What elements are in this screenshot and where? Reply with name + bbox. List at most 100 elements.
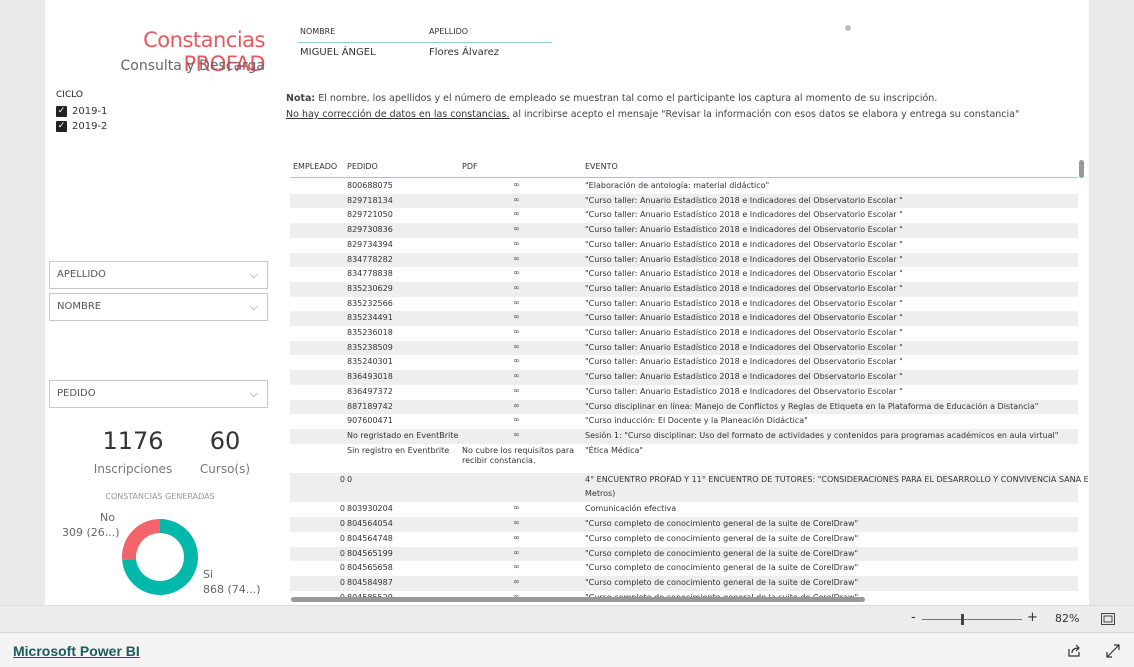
table-row[interactable]: 835238509 ∞ "Curso taller: Anuario Estadís… [290, 340, 1078, 356]
cursos-label: Curso(s) [199, 462, 251, 476]
fit-to-page-icon[interactable] [1101, 613, 1115, 625]
pdf-link-icon[interactable]: ∞ [513, 577, 520, 586]
zoom-slider-track[interactable] [922, 619, 1022, 620]
table-row[interactable]: 0 804564748 ∞ "Curso completo de conocimien… [290, 532, 1078, 547]
cell-pedido: 829718134 [347, 195, 393, 205]
pdf-link-icon[interactable]: ∞ [513, 239, 520, 248]
inscripciones-label: Inscripciones [93, 462, 173, 476]
pdf-link-icon[interactable]: ∞ [513, 430, 520, 439]
table-row[interactable]: 834778282 ∞ "Curso taller: Anuario Estadís… [290, 252, 1078, 268]
ciclo-option-2019-1[interactable]: ✓ 2019-1 [56, 106, 107, 117]
cell-pedido: 835238509 [347, 342, 393, 352]
donut-value-no: 309 (26...) [62, 526, 120, 539]
cell-pedido: 835232566 [347, 298, 393, 308]
share-icon[interactable] [1067, 644, 1081, 658]
cell-evento: "Curso completo de conocimiento general … [585, 563, 859, 573]
column-header-pedido[interactable]: PEDIDO [347, 162, 378, 171]
power-bi-link[interactable]: Microsoft Power BI [13, 643, 140, 659]
pdf-link-icon[interactable]: ∞ [513, 356, 520, 365]
donut-value-si: 868 (74...) [203, 583, 261, 596]
zoom-in-button[interactable]: + [1027, 610, 1038, 625]
pdf-link-icon[interactable]: ∞ [513, 503, 520, 512]
table-header-divider [290, 177, 1078, 178]
table-row[interactable]: 829734394 ∞ "Curso taller: Anuario Estadís… [290, 238, 1078, 253]
apellido-column-header: APELLIDO [429, 27, 469, 36]
pdf-link-icon[interactable]: ∞ [513, 562, 520, 571]
nombre-dropdown[interactable]: NOMBRE ⌵ [49, 293, 268, 321]
cell-evento: "Curso taller: Anuario Estadístico 2018 … [585, 225, 903, 235]
apellido-dropdown[interactable]: APELLIDO ⌵ [49, 261, 268, 289]
table-row[interactable]: 835230629 ∞ "Curso taller: Anuario Estadís… [290, 281, 1078, 297]
table-row[interactable]: 0 804564054 ∞ "Curso completo de conocimien… [290, 517, 1078, 532]
table-row[interactable]: 836497372 ∞ "Curso taller: Anuario Estadís… [290, 385, 1078, 400]
table-row[interactable]: 836493018 ∞ "Curso taller: Anuario Estadís… [290, 370, 1078, 385]
table-row[interactable]: 0 804565658 ∞ "Curso completo de conocimien… [290, 561, 1078, 576]
pdf-link-icon[interactable]: ∞ [513, 386, 520, 395]
cell-pedido: 907600471 [347, 416, 393, 426]
column-header-evento[interactable]: EVENTO [585, 162, 618, 171]
donut-label-si: Si [203, 568, 214, 581]
table-row[interactable]: 800688075 ∞ "Elaboración de antología: mat… [290, 179, 1078, 194]
pdf-link-icon[interactable]: ∞ [513, 283, 520, 292]
pdf-link-icon[interactable]: ∞ [513, 327, 520, 336]
pdf-link-icon[interactable]: ∞ [513, 342, 520, 351]
ciclo-option-2019-2[interactable]: ✓ 2019-2 [56, 121, 107, 132]
table-row[interactable]: 829718134 ∞ "Curso taller: Anuario Estadís… [290, 193, 1078, 209]
pdf-link-icon[interactable]: ∞ [513, 298, 520, 307]
chevron-down-icon: ⌵ [249, 300, 258, 313]
table-row[interactable]: 829730836 ∞ "Curso taller: Anuario Estadís… [290, 223, 1078, 238]
cell-evento: "Curso disciplinar en línea: Manejo de C… [585, 401, 1039, 411]
table-row[interactable]: 835234491 ∞ "Curso taller: Anuario Estadís… [290, 311, 1078, 326]
table-row[interactable]: 0 803930204 ∞ Comunicación efectiva [290, 502, 1078, 517]
pdf-link-icon[interactable]: ∞ [513, 415, 520, 424]
pdf-link-icon[interactable]: ∞ [513, 518, 520, 527]
constancias-donut-chart [122, 519, 199, 595]
table-row[interactable]: 0 0 4° ENCUENTRO PROFAD Y 11° ENCUENTRO DE… [290, 473, 1089, 503]
visual-options-dot[interactable] [845, 25, 851, 31]
pdf-link-icon[interactable]: ∞ [513, 548, 520, 557]
pdf-link-icon[interactable]: ∞ [513, 195, 520, 204]
column-header-pdf[interactable]: PDF [462, 162, 478, 171]
table-row[interactable]: No regristado en EventBrite ∞ Sesión 1: "C… [290, 428, 1078, 444]
zoom-slider-thumb[interactable] [961, 614, 964, 625]
cell-empleado: 0 [339, 577, 345, 587]
pdf-link-icon[interactable]: ∞ [513, 312, 520, 321]
note-line-2: No hay corrección de datos en las consta… [286, 109, 1019, 120]
pedido-dropdown[interactable]: PEDIDO ⌵ [49, 380, 268, 408]
table-row[interactable]: 907600471 ∞ "Curso inducción: El Docente y… [290, 414, 1078, 429]
pdf-link-icon[interactable]: ∞ [513, 533, 520, 542]
pdf-link-icon[interactable]: ∞ [513, 371, 520, 380]
pdf-link-icon[interactable]: ∞ [513, 401, 520, 410]
note-line-1: Nota: El nombre, los apellidos y el núme… [286, 93, 937, 104]
donut-title: CONSTANCIAS GENERADAS [105, 492, 215, 501]
pdf-link-icon[interactable]: ∞ [513, 209, 520, 218]
table-row[interactable]: 834778838 ∞ "Curso taller: Anuario Estadís… [290, 267, 1078, 282]
table-row[interactable]: 0 804584987 ∞ "Curso completo de conocimien… [290, 575, 1078, 591]
table-row[interactable]: 887189742 ∞ "Curso disciplinar en línea: M… [290, 399, 1078, 415]
cell-evento: "Curso taller: Anuario Estadístico 2018 … [585, 298, 903, 308]
table-row[interactable]: 835240301 ∞ "Curso taller: Anuario Estadís… [290, 355, 1078, 370]
table-row[interactable]: 835236018 ∞ "Curso taller: Anuario Estadís… [290, 326, 1078, 341]
note-text-2: al incribirse acepto el mensaje "Revisar… [509, 109, 1020, 120]
fullscreen-icon[interactable] [1106, 644, 1120, 658]
zoom-out-button[interactable]: - [911, 610, 916, 625]
pdf-link-icon[interactable]: ∞ [513, 180, 520, 189]
cell-evento: "Curso taller: Anuario Estadístico 2018 … [585, 283, 903, 293]
checkbox-checked-icon[interactable]: ✓ [56, 106, 67, 117]
table-row[interactable]: Sin registro en Eventbrite No cubre los r… [290, 444, 1078, 473]
table-horizontal-scrollbar[interactable] [291, 597, 865, 602]
pdf-link-icon[interactable]: ∞ [513, 254, 520, 263]
pdf-link-icon[interactable]: ∞ [513, 268, 520, 277]
cell-empleado: 0 [339, 548, 345, 558]
table-row[interactable]: 0 804565199 ∞ "Curso completo de conocimien… [290, 546, 1078, 562]
donut-slice-no[interactable] [122, 519, 160, 560]
cell-pedido: No regristado en EventBrite [347, 430, 459, 440]
column-header-empleado[interactable]: EMPLEADO [293, 162, 337, 171]
table-vertical-scrollbar[interactable] [1079, 160, 1084, 178]
checkbox-checked-icon[interactable]: ✓ [56, 121, 67, 132]
table-row[interactable]: 829721050 ∞ "Curso taller: Anuario Estadís… [290, 208, 1078, 223]
cell-evento: 4° ENCUENTRO PROFAD Y 11° ENCUENTRO DE T… [585, 475, 1089, 484]
cell-evento: "Ética Médica" [585, 445, 644, 455]
pdf-link-icon[interactable]: ∞ [513, 224, 520, 233]
table-row[interactable]: 835232566 ∞ "Curso taller: Anuario Estadís… [290, 297, 1078, 312]
